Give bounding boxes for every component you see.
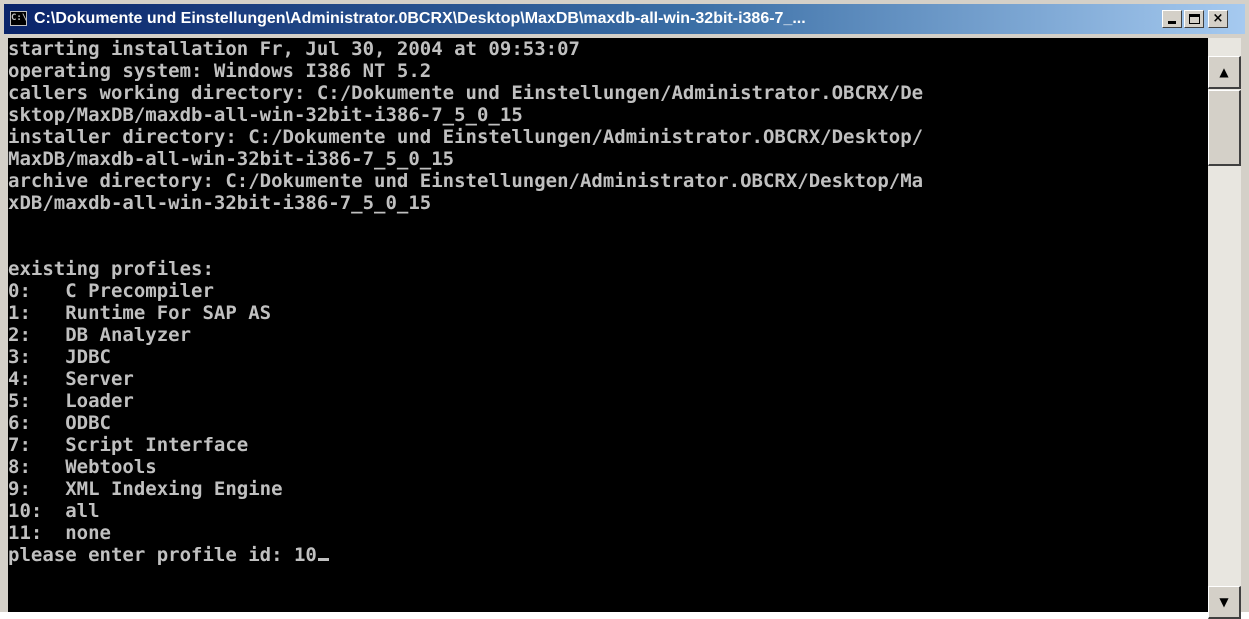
console-line: 11: none (8, 522, 111, 544)
console-line: 10: all (8, 500, 100, 522)
console-line: existing profiles: (8, 258, 214, 280)
scroll-thumb[interactable] (1208, 90, 1241, 166)
text-cursor (317, 558, 329, 561)
prompt-label: please enter profile id: (8, 544, 294, 566)
console-text: starting installation Fr, Jul 30, 2004 a… (8, 38, 1200, 566)
console-line: sktop/MaxDB/maxdb-all-win-32bit-i386-7_5… (8, 104, 523, 126)
console-line: 6: ODBC (8, 412, 111, 434)
scroll-down-button[interactable]: ▼ (1208, 586, 1241, 619)
console-line: 7: Script Interface (8, 434, 249, 456)
maximize-icon (1189, 14, 1200, 24)
profile-id-input[interactable]: 10 (294, 544, 317, 566)
console-line: archive directory: C:/Dokumente und Eins… (8, 170, 924, 192)
title-bar[interactable]: C:\ C:\Dokumente und Einstellungen\Admin… (4, 4, 1245, 34)
console-window: C:\ C:\Dokumente und Einstellungen\Admin… (0, 0, 1249, 619)
console-line: 8: Webtools (8, 456, 157, 478)
console-line: operating system: Windows I386 NT 5.2 (8, 60, 432, 82)
console-line: 1: Runtime For SAP AS (8, 302, 272, 324)
console-line: 3: JDBC (8, 346, 111, 368)
arrow-down-icon: ▼ (1219, 595, 1229, 609)
console-line: callers working directory: C:/Dokumente … (8, 82, 924, 104)
console-line: MaxDB/maxdb-all-win-32bit-i386-7_5_0_15 (8, 148, 455, 170)
console-icon[interactable]: C:\ (10, 11, 27, 26)
vertical-scrollbar[interactable]: ▲ ▼ (1208, 38, 1241, 619)
console-line: 2: DB Analyzer (8, 324, 192, 346)
scroll-up-button[interactable]: ▲ (1208, 56, 1241, 89)
prompt-line[interactable]: please enter profile id: 10 (8, 544, 1200, 566)
maximize-button[interactable] (1184, 10, 1204, 28)
console-line: 0: C Precompiler (8, 280, 214, 302)
minimize-icon (1168, 21, 1176, 24)
console-line: 4: Server (8, 368, 134, 390)
minimize-button[interactable] (1162, 10, 1182, 28)
close-icon: × (1212, 11, 1224, 26)
arrow-up-icon: ▲ (1219, 65, 1229, 79)
window-title: C:\Dokumente und Einstellungen\Administr… (34, 10, 806, 27)
console-line: 9: XML Indexing Engine (8, 478, 283, 500)
console-line: installer directory: C:/Dokumente und Ei… (8, 126, 924, 148)
console-line: xDB/maxdb-all-win-32bit-i386-7_5_0_15 (8, 192, 432, 214)
close-button[interactable]: × (1208, 10, 1228, 28)
console-line: starting installation Fr, Jul 30, 2004 a… (8, 38, 580, 60)
console-line: 5: Loader (8, 390, 134, 412)
